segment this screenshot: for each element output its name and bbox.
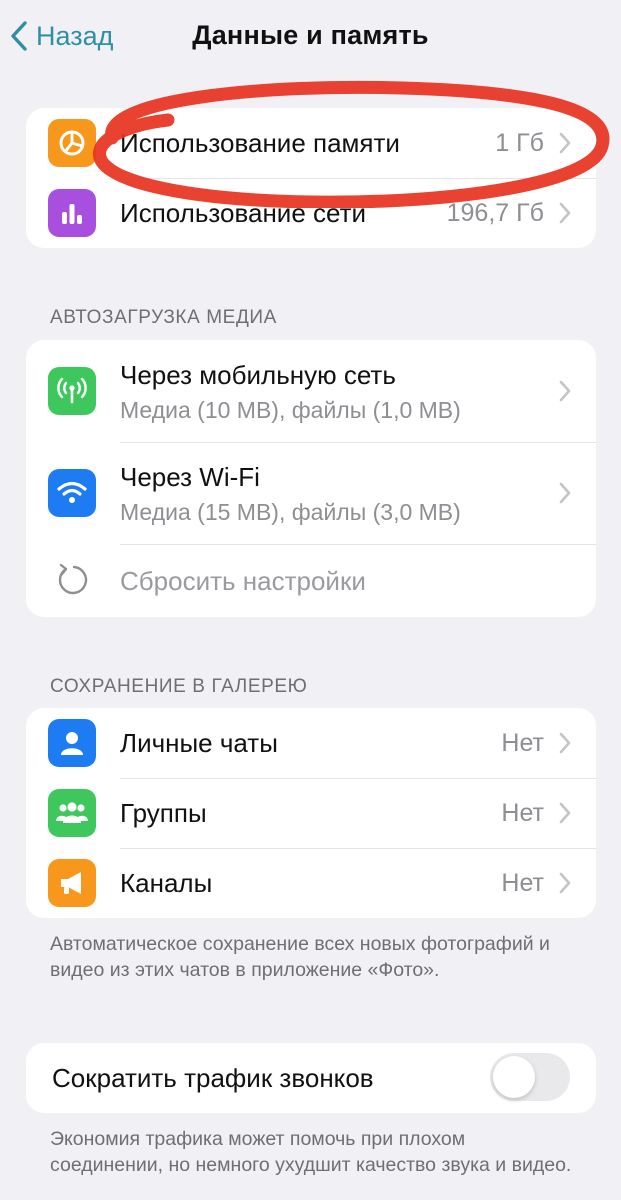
gallery-private-chats-value: Нет	[501, 729, 544, 757]
pie-chart-icon	[48, 119, 96, 167]
autoload-wifi-subtitle: Медиа (15 MB), файлы (3,0 MB)	[120, 499, 461, 525]
gallery-channels-value: Нет	[501, 869, 544, 897]
chevron-right-icon	[559, 732, 571, 754]
network-usage-label: Использование сети	[120, 198, 367, 228]
memory-usage-row[interactable]: Использование памяти 1 Гб	[26, 108, 596, 178]
page-title: Данные и память	[192, 20, 429, 50]
autoload-wifi-label: Через Wi-Fi	[120, 462, 260, 492]
gallery-channels-label: Каналы	[120, 868, 213, 898]
network-usage-value: 196,7 Гб	[446, 199, 544, 227]
navigation-bar: Назад Данные и память	[0, 0, 621, 72]
gallery-section-header: СОХРАНЕНИЕ В ГАЛЕРЕЮ	[50, 676, 308, 697]
reduce-call-traffic-label: Сократить трафик звонков	[52, 1063, 374, 1093]
reset-settings-label: Сбросить настройки	[120, 566, 366, 596]
reset-icon	[48, 556, 96, 604]
memory-usage-value: 1 Гб	[495, 129, 544, 157]
cellular-antenna-icon	[48, 367, 96, 415]
calls-card: Сократить трафик звонков	[26, 1043, 596, 1113]
autoload-section-header: АВТОЗАГРУЗКА МЕДИА	[50, 307, 277, 328]
autoload-cellular-subtitle: Медиа (10 MB), файлы (1,0 MB)	[120, 397, 461, 423]
chevron-right-icon	[559, 202, 571, 224]
usage-card: Использование памяти 1 Гб Использование …	[26, 108, 596, 248]
wifi-icon	[48, 469, 96, 517]
chevron-right-icon	[559, 132, 571, 154]
gallery-card: Личные чаты Нет Группы Нет Каналы Нет	[26, 708, 596, 918]
group-icon	[48, 789, 96, 837]
reset-settings-row[interactable]: Сбросить настройки	[26, 544, 596, 617]
gallery-private-chats-row[interactable]: Личные чаты Нет	[26, 708, 596, 778]
person-icon	[48, 719, 96, 767]
bar-chart-icon	[48, 189, 96, 237]
gallery-groups-label: Группы	[120, 798, 207, 828]
toggle-knob	[493, 1056, 535, 1098]
gallery-groups-value: Нет	[501, 799, 544, 827]
megaphone-icon	[48, 859, 96, 907]
chevron-right-icon	[559, 872, 571, 894]
autoload-cellular-label: Через мобильную сеть	[120, 360, 396, 390]
gallery-private-chats-label: Личные чаты	[120, 728, 278, 758]
gallery-footnote: Автоматическое сохранение всех новых фот…	[50, 933, 550, 981]
autoload-cellular-row[interactable]: Через мобильную сеть Медиа (10 MB), файл…	[26, 340, 596, 442]
gallery-groups-row[interactable]: Группы Нет	[26, 778, 596, 848]
gallery-channels-row[interactable]: Каналы Нет	[26, 848, 596, 918]
chevron-right-icon	[559, 482, 571, 504]
calls-footnote: Экономия трафика может помочь при плохом…	[50, 1128, 572, 1176]
chevron-right-icon	[559, 380, 571, 402]
reduce-call-traffic-toggle[interactable]	[490, 1053, 570, 1101]
autoload-card: Через мобильную сеть Медиа (10 MB), файл…	[26, 340, 596, 617]
autoload-wifi-row[interactable]: Через Wi-Fi Медиа (15 MB), файлы (3,0 MB…	[26, 442, 596, 544]
memory-usage-label: Использование памяти	[120, 128, 400, 158]
chevron-right-icon	[559, 802, 571, 824]
network-usage-row[interactable]: Использование сети 196,7 Гб	[26, 178, 596, 248]
